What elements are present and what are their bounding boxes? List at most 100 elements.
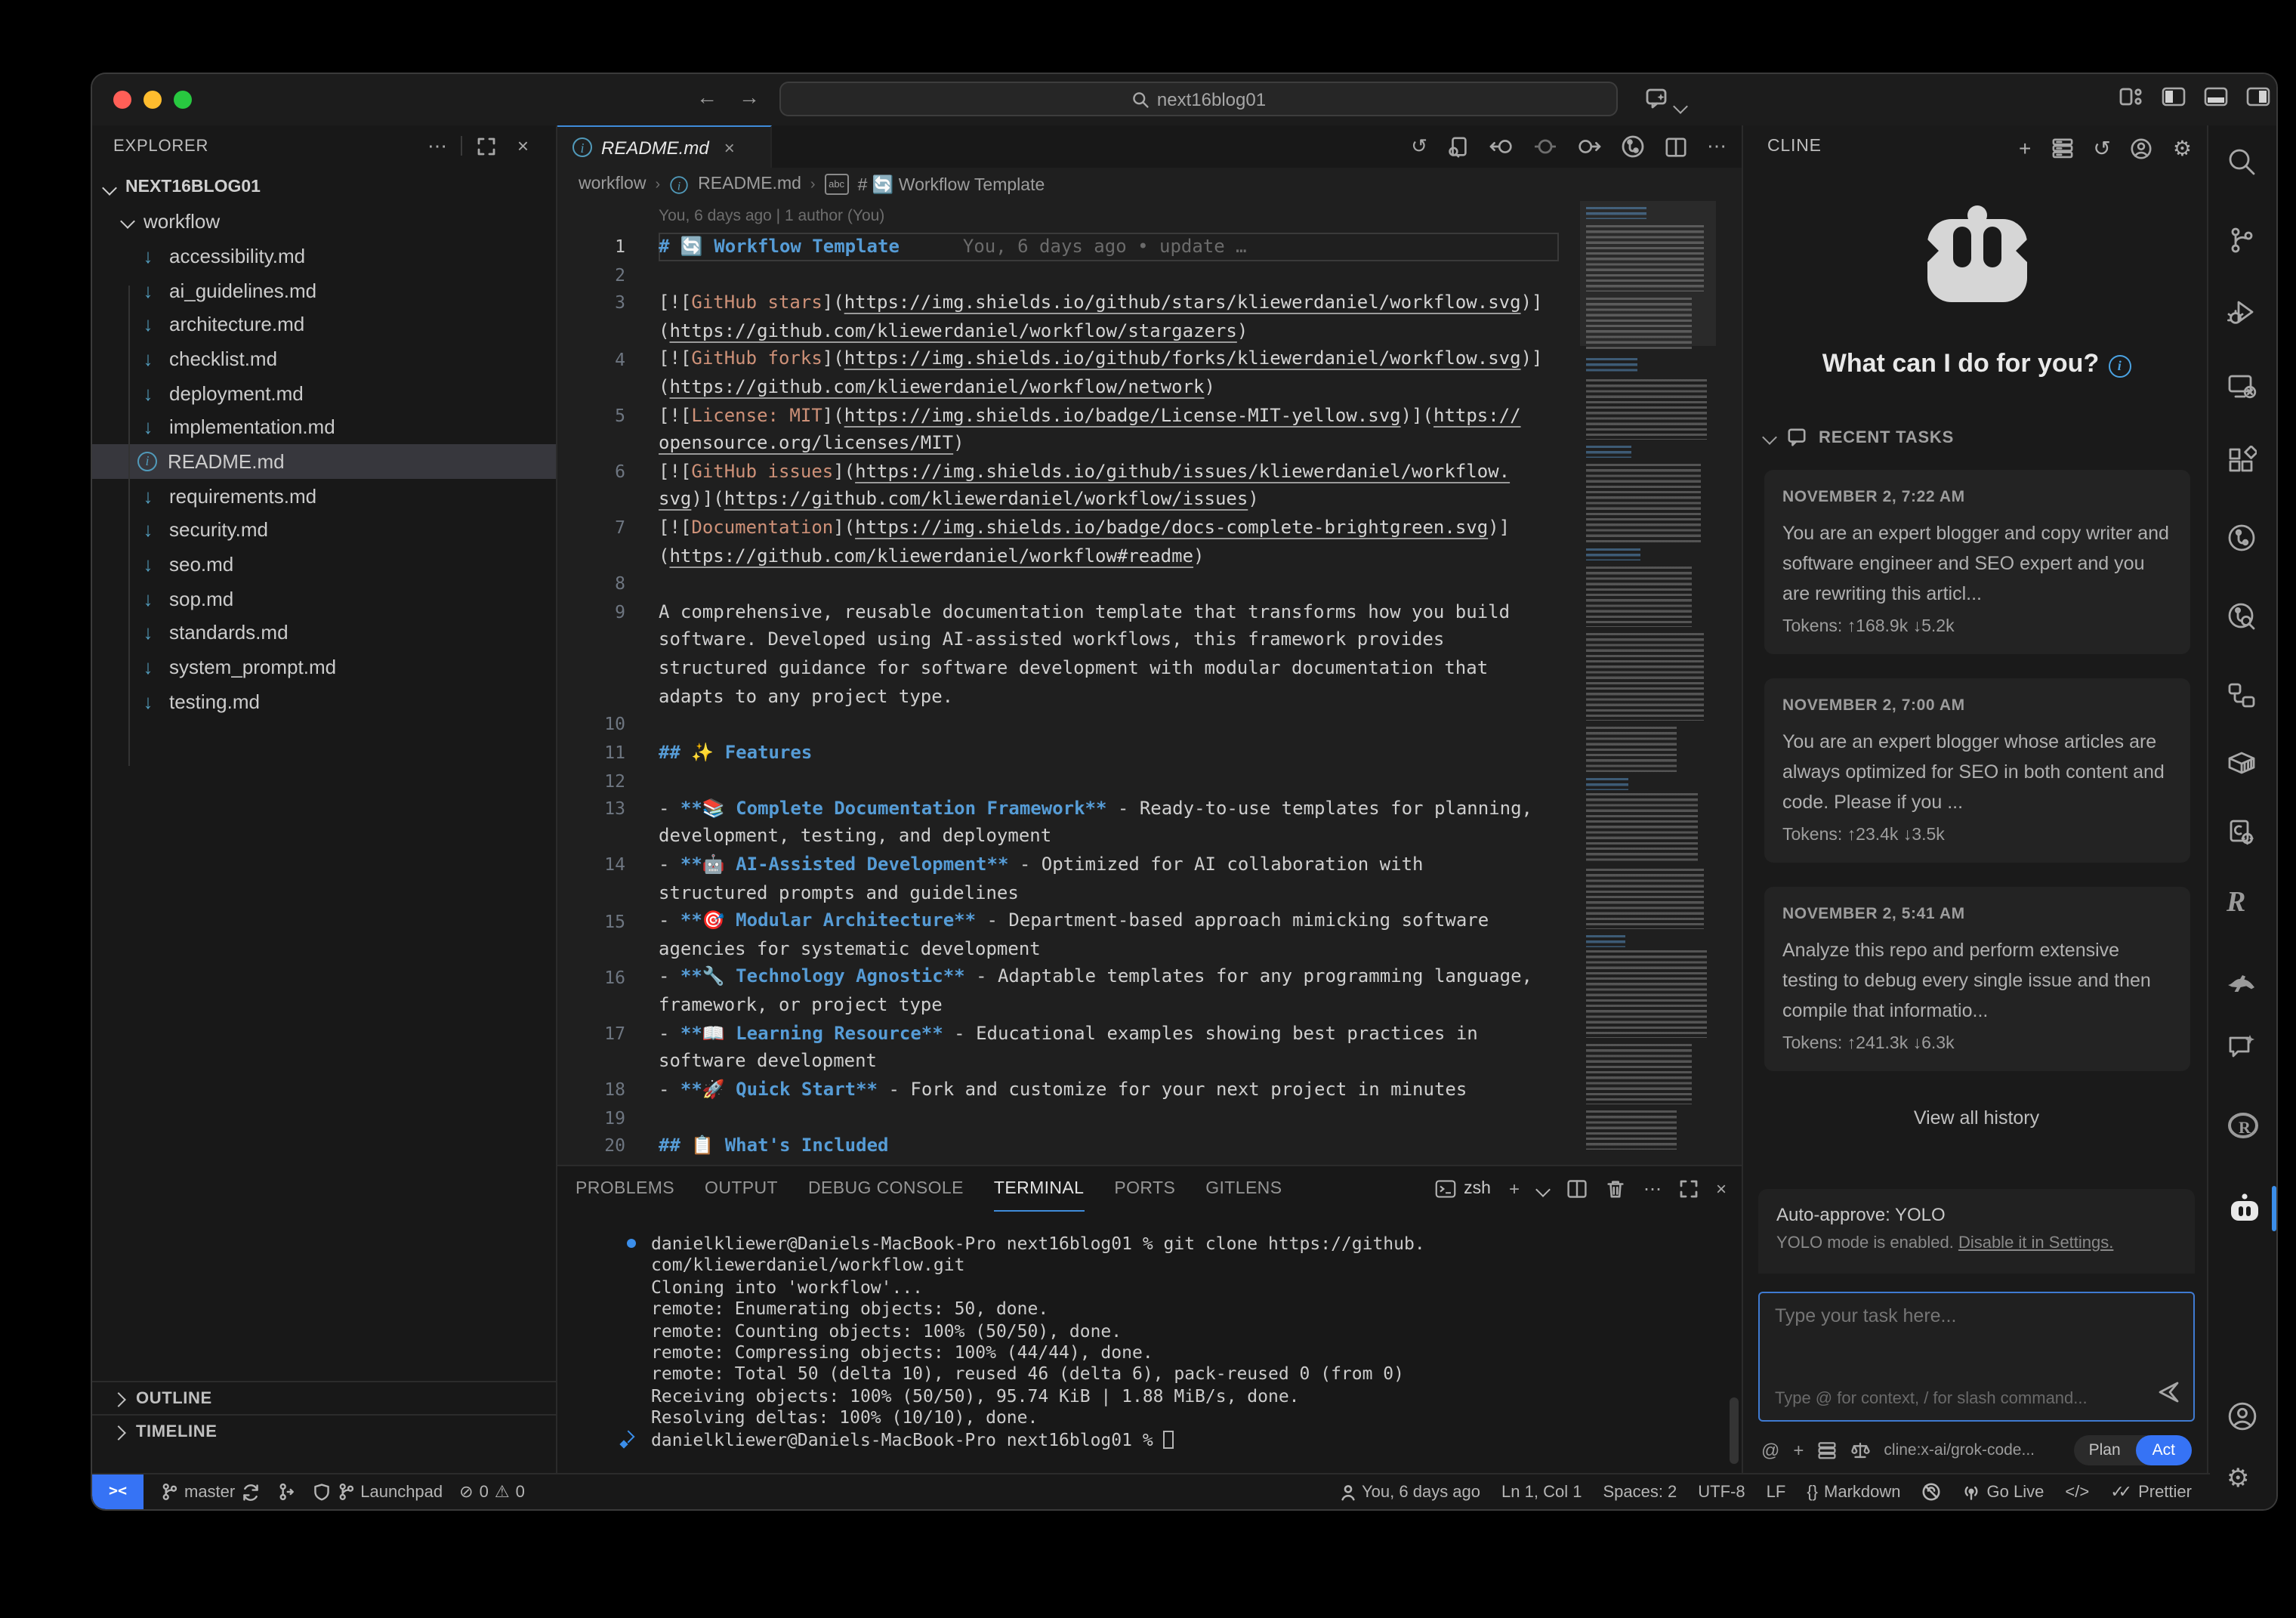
terminal-output[interactable]: danielkliewer@Daniels-MacBook-Pro next16… — [630, 1233, 1711, 1467]
toggle-primary-sidebar-icon[interactable] — [2162, 86, 2186, 115]
code-row[interactable]: 3[![GitHub stars](https://img.shields.io… — [557, 289, 1742, 316]
code-row[interactable]: 15- **🎯 Modular Architecture** - Departm… — [557, 907, 1742, 935]
code-row[interactable]: 2 — [557, 261, 1742, 289]
search-icon[interactable] — [2227, 147, 2260, 180]
rules-icon[interactable] — [1817, 1441, 1837, 1459]
code-row[interactable]: 12 — [557, 767, 1742, 795]
views-more-actions-icon[interactable]: ⋯ — [427, 134, 447, 159]
terminal-scrollbar[interactable] — [1730, 1397, 1739, 1464]
code-row[interactable]: 11## ✨ Features — [557, 738, 1742, 766]
task-card[interactable]: NOVEMBER 2, 7:00 AMYou are an expert blo… — [1764, 678, 2190, 863]
act-option[interactable]: Act — [2136, 1435, 2192, 1465]
search-editor-icon[interactable] — [1447, 135, 1470, 158]
code-row[interactable]: 9A comprehensive, reusable documentation… — [557, 597, 1742, 625]
panel-tab-terminal[interactable]: TERMINAL — [994, 1166, 1085, 1212]
context-at-icon[interactable]: @ — [1761, 1440, 1779, 1461]
code-row[interactable]: development, testing, and deployment — [557, 823, 1742, 851]
terminal-dropdown-icon[interactable] — [1538, 1178, 1548, 1200]
file-row-seo.md[interactable]: ↓seo.md — [92, 547, 556, 581]
tab-readme[interactable]: i README.md × — [557, 125, 772, 168]
code-row[interactable]: software. Developed using AI-assisted wo… — [557, 626, 1742, 654]
code-row[interactable]: agencies for systematic development — [557, 935, 1742, 963]
code-row[interactable]: 1# 🔄 Workflow TemplateYou, 6 days ago • … — [557, 233, 1742, 261]
next-change-icon[interactable] — [1575, 136, 1601, 157]
gitlens-graph-icon[interactable] — [1621, 134, 1645, 159]
forward-icon[interactable]: → — [739, 85, 760, 109]
blame-status[interactable]: You, 6 days ago — [1339, 1483, 1480, 1501]
close-panel-icon[interactable]: × — [1716, 1178, 1727, 1200]
file-row-README.md[interactable]: iREADME.md — [92, 444, 556, 478]
file-row-accessibility.md[interactable]: ↓accessibility.md — [92, 239, 556, 273]
container-icon[interactable] — [2227, 748, 2260, 781]
code-row[interactable]: 17- **📖 Learning Resource** - Educationa… — [557, 1019, 1742, 1047]
code-row[interactable]: (https://github.com/kliewerdaniel/workfl… — [557, 317, 1742, 345]
remote-indicator[interactable]: >< — [92, 1474, 144, 1509]
run-debug-icon[interactable] — [2227, 298, 2260, 331]
language-mode[interactable]: {} Markdown — [1807, 1483, 1900, 1501]
toggle-panel-icon[interactable] — [2204, 86, 2228, 115]
breadcrumb[interactable]: workflow › i README.md › abc # 🔄 Workflo… — [557, 168, 1742, 201]
problems-status[interactable]: ⊘ 0 ⚠ 0 — [459, 1482, 525, 1502]
plan-act-toggle[interactable]: Plan Act — [2074, 1435, 2192, 1465]
outline-section[interactable]: OUTLINE — [92, 1381, 556, 1416]
code-row[interactable]: 18- **🚀 Quick Start** - Fork and customi… — [557, 1076, 1742, 1104]
timeline-history-icon[interactable]: ↺ — [1411, 134, 1427, 159]
remote-explorer-icon[interactable] — [2227, 372, 2260, 405]
kangaroo-icon[interactable] — [2227, 965, 2260, 999]
info-icon[interactable]: i — [2108, 354, 2131, 377]
new-task-icon[interactable]: + — [2019, 136, 2031, 160]
file-row-sop.md[interactable]: ↓sop.md — [92, 582, 556, 616]
close-traffic-light[interactable] — [113, 91, 131, 109]
task-card[interactable]: NOVEMBER 2, 5:41 AMAnalyze this repo and… — [1764, 887, 2190, 1071]
code-row[interactable]: structured prompts and guidelines — [557, 878, 1742, 906]
references-flow-icon[interactable] — [2227, 680, 2260, 713]
close-tab-icon[interactable]: × — [724, 137, 735, 158]
panel-tab-gitlens[interactable]: GITLENS — [1205, 1166, 1282, 1212]
file-row-implementation.md[interactable]: ↓implementation.md — [92, 410, 556, 444]
model-label[interactable]: cline:x-ai/grok-code... — [1884, 1441, 2035, 1459]
accounts-icon[interactable] — [2227, 1400, 2260, 1434]
code-row[interactable]: (https://github.com/kliewerdaniel/workfl… — [557, 542, 1742, 570]
gitlens-status-icon[interactable] — [276, 1482, 295, 1502]
gitlens-inspect-icon[interactable] — [2227, 601, 2260, 635]
code-row[interactable]: svg)](https://github.com/kliewerdaniel/w… — [557, 486, 1742, 514]
r-circle-icon[interactable]: R — [2227, 1110, 2260, 1144]
code-row[interactable]: 16- **🔧 Technology Agnostic** - Adaptabl… — [557, 963, 1742, 991]
code-row[interactable]: 13- **📚 Complete Documentation Framework… — [557, 795, 1742, 823]
command-center-search[interactable]: next16blog01 — [779, 82, 1618, 116]
panel-tab-output[interactable]: OUTPUT — [705, 1166, 778, 1212]
file-row-ai_guidelines.md[interactable]: ↓ai_guidelines.md — [92, 273, 556, 307]
code-row[interactable]: 10 — [557, 710, 1742, 738]
task-card[interactable]: NOVEMBER 2, 7:22 AMYou are an expert blo… — [1764, 470, 2190, 654]
code-row[interactable]: 6[![GitHub issues](https://img.shields.i… — [557, 458, 1742, 486]
copilot-disabled-icon[interactable] — [1922, 1482, 1942, 1502]
focus-view-icon[interactable] — [477, 137, 495, 160]
code-row[interactable]: (https://github.com/kliewerdaniel/workfl… — [557, 373, 1742, 401]
more-actions-icon[interactable]: ⋯ — [1707, 134, 1727, 159]
code-row[interactable]: software development — [557, 1047, 1742, 1075]
gitlens-icon[interactable] — [2227, 523, 2260, 556]
customize-layout-icon[interactable] — [2119, 86, 2143, 115]
toggle-secondary-sidebar-icon[interactable] — [2246, 86, 2270, 115]
code-row[interactable]: framework, or project type — [557, 991, 1742, 1019]
codelens-authors[interactable]: You, 6 days ago | 1 author (You) — [659, 207, 1742, 230]
minimize-traffic-light[interactable] — [144, 91, 162, 109]
indentation-status[interactable]: Spaces: 2 — [1603, 1483, 1677, 1501]
code-row[interactable]: opensource.org/licenses/MIT) — [557, 429, 1742, 457]
disable-settings-link[interactable]: Disable it in Settings. — [1958, 1234, 2113, 1252]
code-row[interactable]: 4[![GitHub forks](https://img.shields.io… — [557, 345, 1742, 373]
code-row[interactable]: adapts to any project type. — [557, 682, 1742, 710]
extensions-icon[interactable] — [2227, 446, 2260, 479]
settings-gear-icon[interactable]: ⚙ — [2173, 135, 2192, 161]
html-tag-icon[interactable]: </> — [2065, 1483, 2089, 1501]
recent-tasks-header[interactable]: RECENT TASKS — [1764, 428, 1954, 447]
source-control-icon[interactable] — [2227, 225, 2260, 258]
manage-gear-icon[interactable]: ⚙ — [2227, 1464, 2260, 1497]
previous-change-icon[interactable] — [1489, 136, 1515, 157]
folder-workflow[interactable]: workflow — [92, 204, 556, 239]
maximize-panel-icon[interactable] — [1680, 1180, 1698, 1198]
file-row-security.md[interactable]: ↓security.md — [92, 513, 556, 547]
chat-sparkle-icon[interactable] — [2227, 1032, 2260, 1065]
workspace-root[interactable]: NEXT16BLOG01 — [92, 171, 556, 204]
panel-more-icon[interactable]: ⋯ — [1643, 1178, 1662, 1200]
